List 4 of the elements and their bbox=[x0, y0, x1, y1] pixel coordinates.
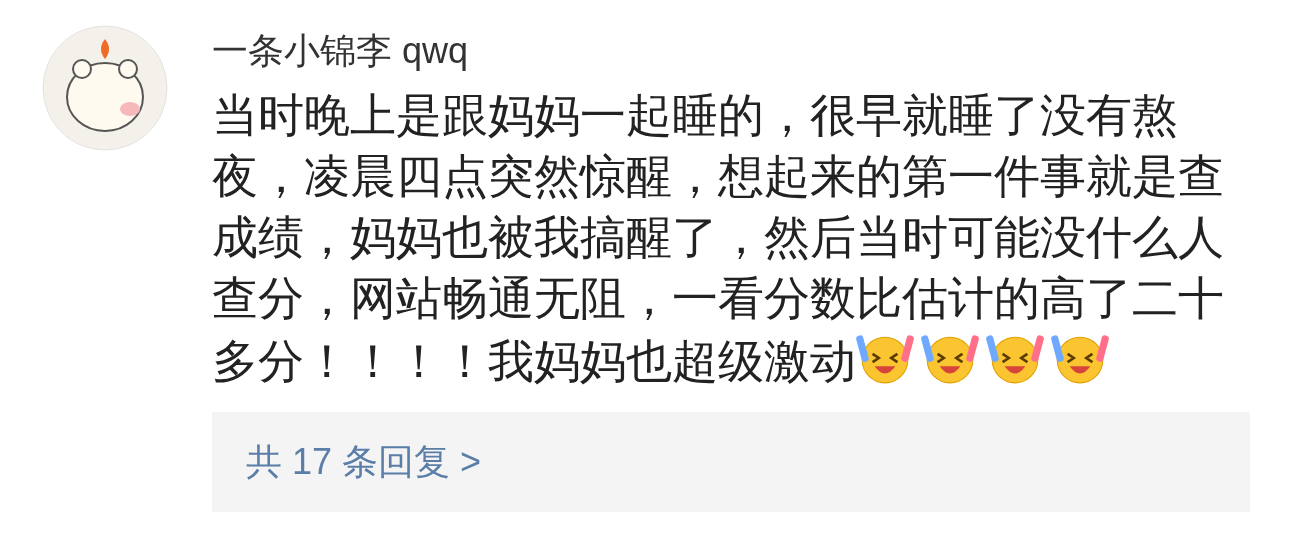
replies-link[interactable]: 共 17 条回复 > bbox=[246, 437, 482, 487]
username-link[interactable]: 一条小锦李 qwq bbox=[212, 31, 469, 71]
comment-text: 当时晚上是跟妈妈一起睡的，很早就睡了没有熬夜，凌晨四点突然惊醒，想起来的第一件事就是查成绩，妈妈也被我搞醒了，然后当时可能没什么人查分，网站畅通无阻，一看分数比估计的高了二十多分！！！！我妈妈也超级激动 bbox=[212, 89, 1225, 389]
avatar[interactable] bbox=[42, 25, 168, 151]
